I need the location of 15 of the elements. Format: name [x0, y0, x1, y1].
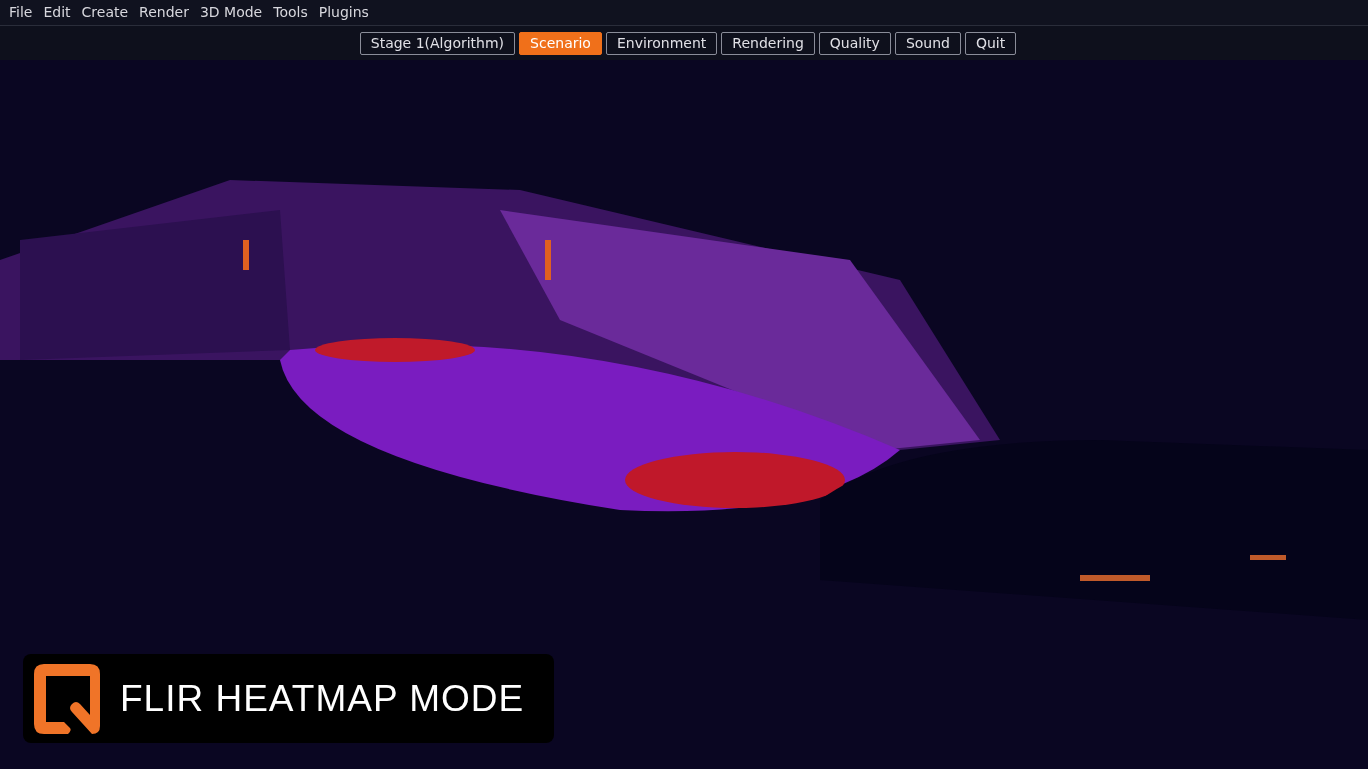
tab[interactable]: Sound: [894, 31, 961, 55]
menu-item[interactable]: Edit: [38, 2, 76, 23]
tab[interactable]: Environment: [605, 31, 718, 55]
menu-item[interactable]: File: [4, 2, 38, 23]
menu-item[interactable]: 3D Mode: [194, 2, 268, 23]
menu-item[interactable]: Render: [134, 2, 194, 23]
menu-item[interactable]: Create: [76, 2, 134, 23]
menu-item[interactable]: Tools: [268, 2, 313, 23]
tab[interactable]: Rendering: [721, 31, 815, 55]
tab[interactable]: Quality: [818, 31, 891, 55]
logo-icon: [34, 663, 100, 734]
tab[interactable]: Stage 1(Algorithm): [359, 31, 516, 55]
mode-label: FLIR HEATMAP MODE: [120, 676, 525, 721]
menu-item[interactable]: Plugins: [313, 2, 374, 23]
tab[interactable]: Quit: [964, 31, 1017, 55]
